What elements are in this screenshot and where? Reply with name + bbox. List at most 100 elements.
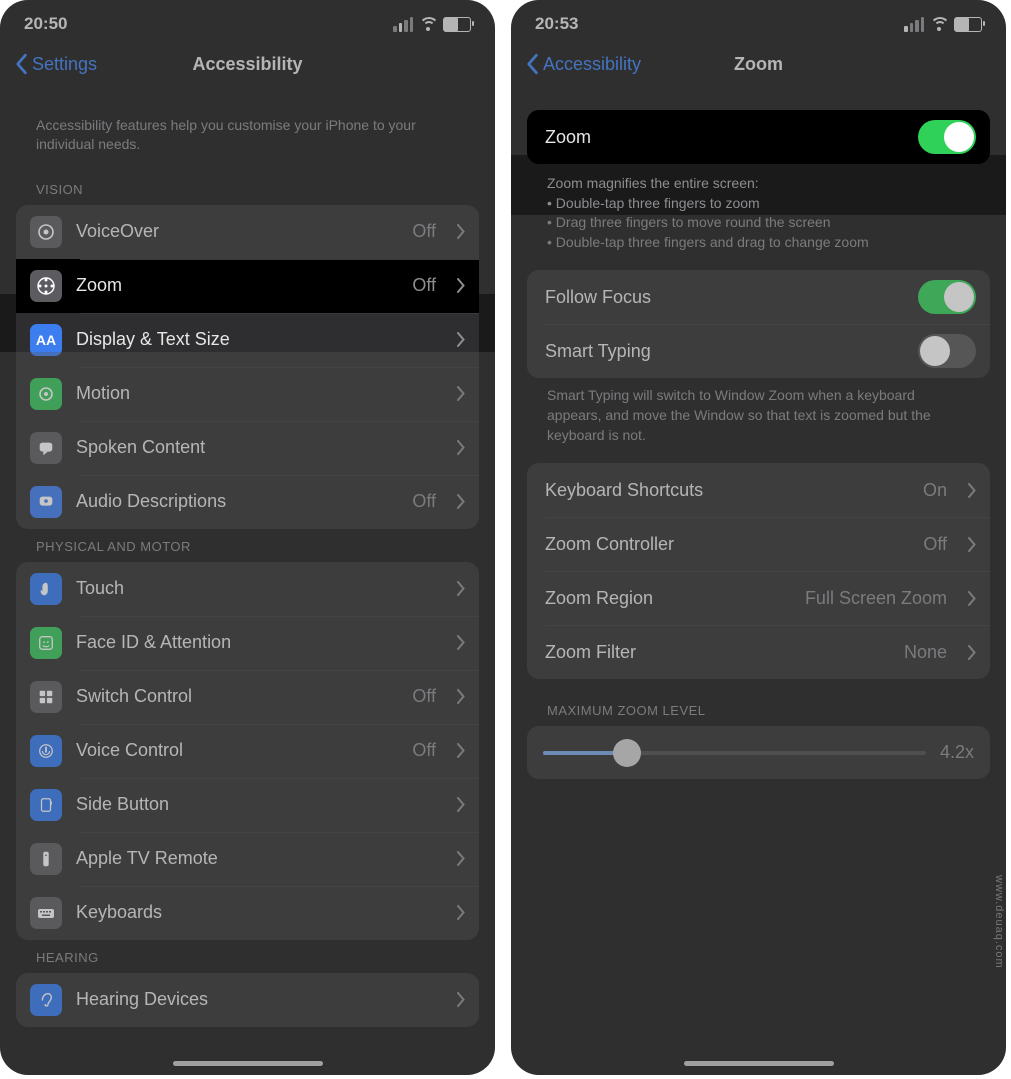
- spoken-content-icon: [30, 432, 62, 464]
- battery-icon: [954, 17, 982, 32]
- smart-typing-desc: Smart Typing will switch to Window Zoom …: [527, 378, 990, 463]
- cellular-signal-icon: [393, 17, 413, 32]
- row-zoom-toggle[interactable]: Zoom: [527, 110, 990, 164]
- battery-icon: [443, 17, 471, 32]
- row-smart-typing[interactable]: Smart Typing: [527, 324, 990, 378]
- row-label: Zoom: [545, 127, 904, 148]
- hearing-devices-icon: [30, 984, 62, 1016]
- chevron-right-icon: [456, 905, 465, 920]
- chevron-left-icon: [525, 53, 539, 75]
- row-value: None: [904, 642, 947, 663]
- row-zoom-filter[interactable]: Zoom Filter None: [527, 625, 990, 679]
- faceid-icon: [30, 627, 62, 659]
- apple-tv-remote-icon: [30, 843, 62, 875]
- row-label: Side Button: [76, 794, 436, 815]
- chevron-right-icon: [967, 537, 976, 552]
- navbar: Settings Accessibility: [0, 38, 495, 90]
- row-value: On: [923, 480, 947, 501]
- status-bar: 20:53: [511, 0, 1006, 38]
- row-label: Hearing Devices: [76, 989, 436, 1010]
- row-switch-control[interactable]: Switch Control Off: [16, 670, 479, 724]
- row-label: Audio Descriptions: [76, 491, 398, 512]
- row-label: Smart Typing: [545, 341, 904, 362]
- row-faceid[interactable]: Face ID & Attention: [16, 616, 479, 670]
- chevron-right-icon: [456, 635, 465, 650]
- row-label: Voice Control: [76, 740, 398, 761]
- section-header-vision: VISION: [16, 172, 479, 205]
- row-zoom-region[interactable]: Zoom Region Full Screen Zoom: [527, 571, 990, 625]
- row-voiceover[interactable]: VoiceOver Off: [16, 205, 479, 259]
- row-value: Off: [412, 221, 436, 242]
- home-indicator[interactable]: [684, 1061, 834, 1066]
- row-motion[interactable]: Motion: [16, 367, 479, 421]
- group-zoom-options: Keyboard Shortcuts On Zoom Controller Of…: [527, 463, 990, 679]
- chevron-right-icon: [456, 581, 465, 596]
- chevron-right-icon: [456, 224, 465, 239]
- follow-focus-toggle[interactable]: [918, 280, 976, 314]
- row-label: Spoken Content: [76, 437, 436, 458]
- row-voice-control[interactable]: Voice Control Off: [16, 724, 479, 778]
- wifi-icon: [930, 17, 948, 31]
- row-value: Off: [412, 740, 436, 761]
- group-max-zoom: 4.2x: [527, 726, 990, 779]
- status-bar: 20:50: [0, 0, 495, 38]
- zoom-desc-item: Double-tap three fingers and drag to cha…: [547, 233, 970, 253]
- chevron-right-icon: [456, 278, 465, 293]
- row-value: Off: [923, 534, 947, 555]
- zoom-toggle[interactable]: [918, 120, 976, 154]
- row-keyboard-shortcuts[interactable]: Keyboard Shortcuts On: [527, 463, 990, 517]
- home-indicator[interactable]: [173, 1061, 323, 1066]
- chevron-right-icon: [456, 332, 465, 347]
- chevron-right-icon: [967, 483, 976, 498]
- zoom-icon: [30, 270, 62, 302]
- row-side-button[interactable]: Side Button: [16, 778, 479, 832]
- row-touch[interactable]: Touch: [16, 562, 479, 616]
- row-zoom[interactable]: Zoom Off: [16, 259, 479, 313]
- chevron-right-icon: [456, 440, 465, 455]
- row-display-text-size[interactable]: AA Display & Text Size: [16, 313, 479, 367]
- row-label: Zoom Controller: [545, 534, 909, 555]
- intro-text: Accessibility features help you customis…: [16, 90, 479, 172]
- row-spoken-content[interactable]: Spoken Content: [16, 421, 479, 475]
- back-label: Accessibility: [543, 54, 641, 75]
- smart-typing-toggle[interactable]: [918, 334, 976, 368]
- row-audio-descriptions[interactable]: Audio Descriptions Off: [16, 475, 479, 529]
- row-zoom-controller[interactable]: Zoom Controller Off: [527, 517, 990, 571]
- status-time: 20:53: [535, 14, 578, 34]
- section-header-hearing: HEARING: [16, 940, 479, 973]
- touch-icon: [30, 573, 62, 605]
- zoom-desc-item: Drag three fingers to move round the scr…: [547, 213, 970, 233]
- max-zoom-slider[interactable]: 4.2x: [527, 726, 990, 779]
- row-label: Zoom Filter: [545, 642, 890, 663]
- chevron-right-icon: [456, 386, 465, 401]
- row-label: Face ID & Attention: [76, 632, 436, 653]
- display-text-icon: AA: [30, 324, 62, 356]
- section-header-max-zoom: MAXIMUM ZOOM LEVEL: [527, 679, 990, 726]
- row-label: Touch: [76, 578, 436, 599]
- row-follow-focus[interactable]: Follow Focus: [527, 270, 990, 324]
- row-apple-tv-remote[interactable]: Apple TV Remote: [16, 832, 479, 886]
- group-vision: VoiceOver Off Zoom Off AA Dis: [16, 205, 479, 529]
- voiceover-icon: [30, 216, 62, 248]
- row-value: Off: [412, 275, 436, 296]
- zoom-desc-head: Zoom magnifies the entire screen:: [547, 174, 970, 194]
- chevron-right-icon: [456, 851, 465, 866]
- row-label: Zoom Region: [545, 588, 791, 609]
- row-hearing-devices[interactable]: Hearing Devices: [16, 973, 479, 1027]
- keyboards-icon: [30, 897, 62, 929]
- row-label: Switch Control: [76, 686, 398, 707]
- row-label: Keyboards: [76, 902, 436, 923]
- back-button[interactable]: Accessibility: [525, 53, 641, 75]
- cellular-signal-icon: [904, 17, 924, 32]
- zoom-desc-item: Double-tap three fingers to zoom: [547, 194, 970, 214]
- chevron-right-icon: [967, 645, 976, 660]
- row-keyboards[interactable]: Keyboards: [16, 886, 479, 940]
- phone-zoom-settings: 20:53 Accessibility Zoom Zoom: [511, 0, 1006, 1075]
- row-value: Off: [412, 686, 436, 707]
- group-hearing: Hearing Devices: [16, 973, 479, 1027]
- watermark: www.deuaq.com: [993, 875, 1005, 969]
- group-physical: Touch Face ID & Attention: [16, 562, 479, 940]
- wifi-icon: [419, 17, 437, 31]
- motion-icon: [30, 378, 62, 410]
- back-button[interactable]: Settings: [14, 53, 97, 75]
